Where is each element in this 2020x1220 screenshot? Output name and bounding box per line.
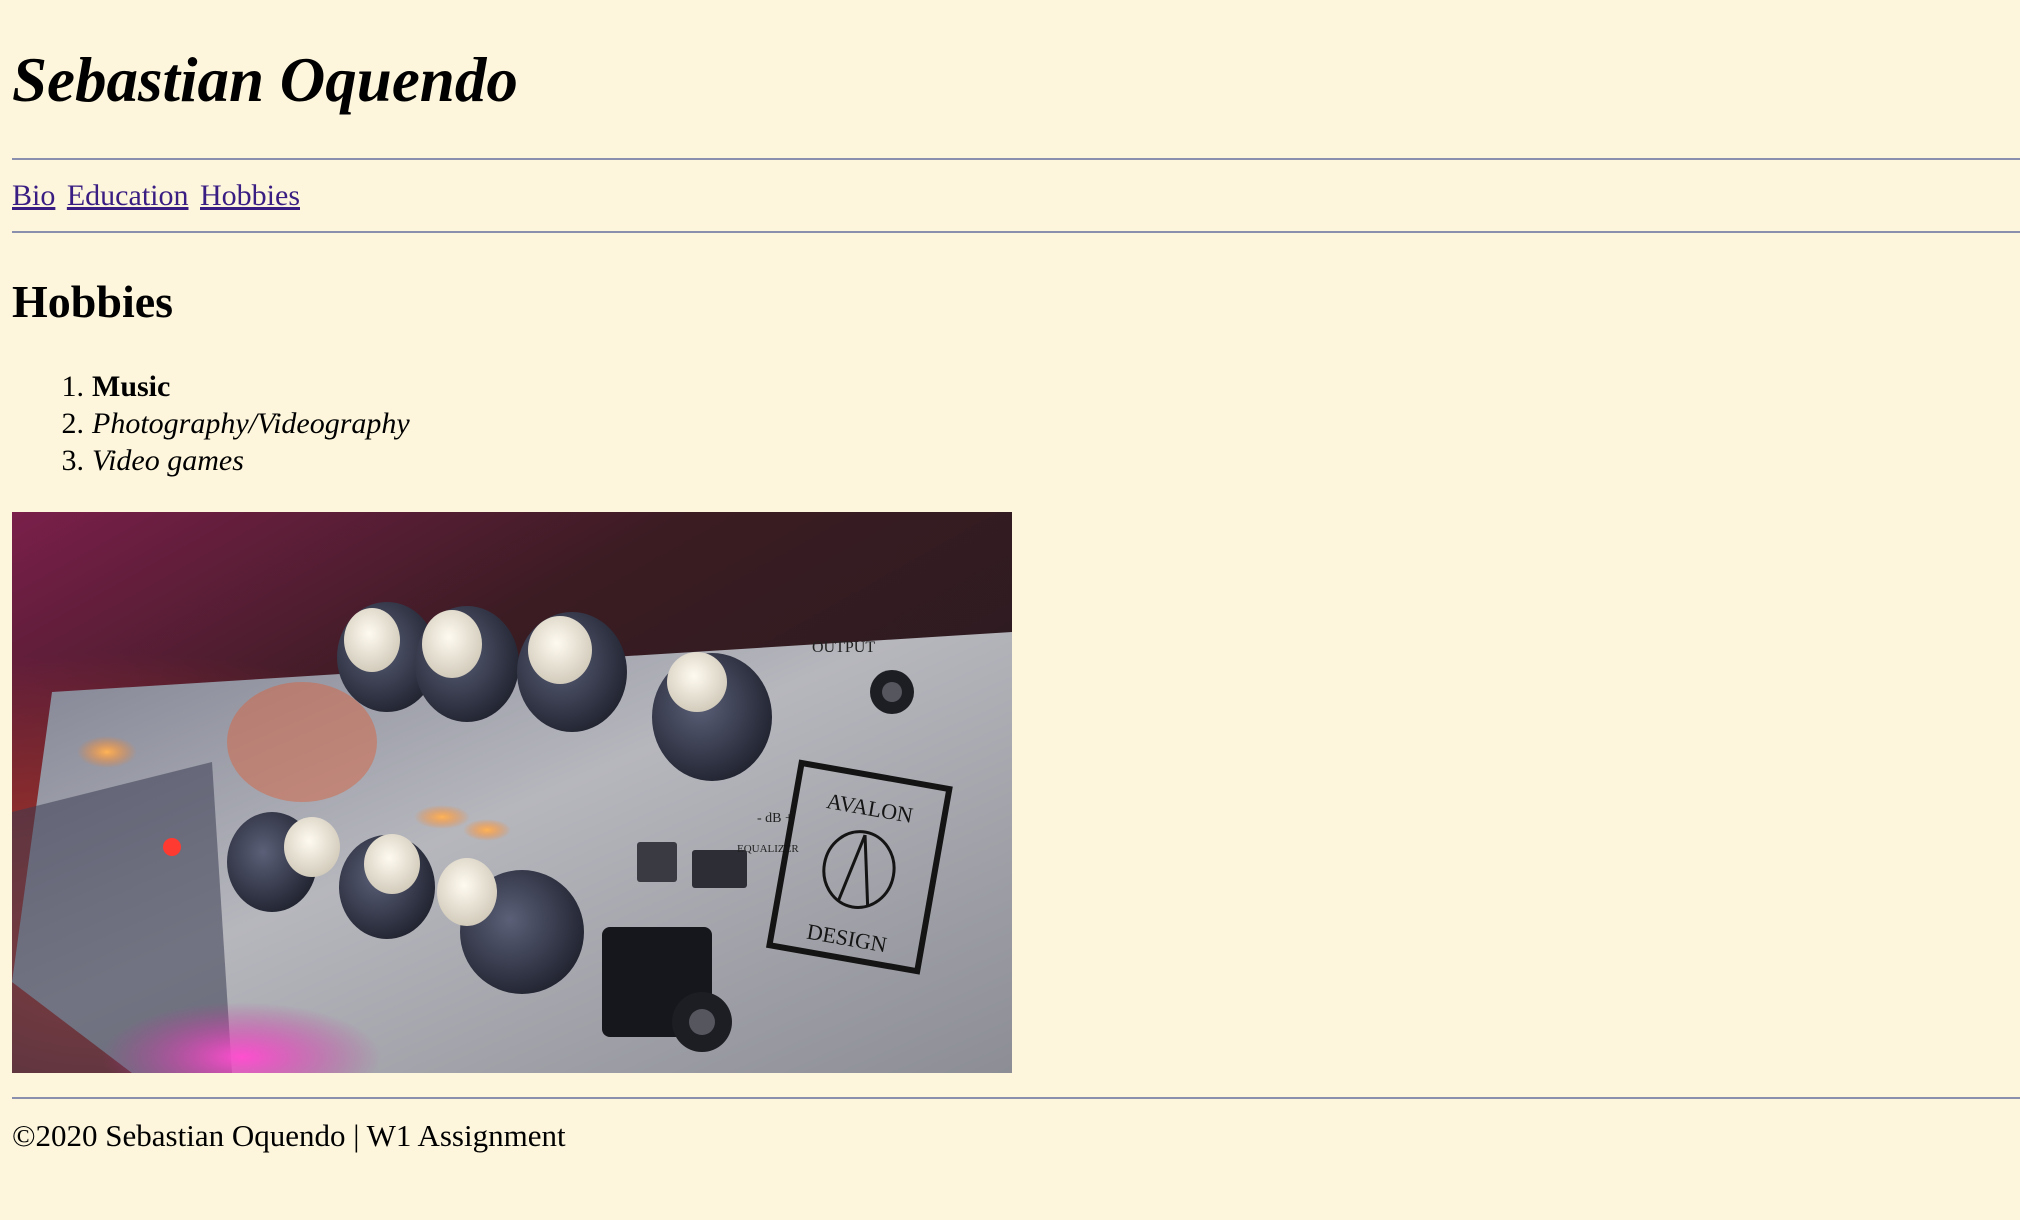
main-nav: Bio Education Hobbies	[12, 176, 304, 216]
page: Sebastian Oquendo Bio Education Hobbies …	[0, 0, 2020, 1220]
list-item: 3. Video games	[12, 442, 410, 479]
list-number: 2.	[61, 407, 85, 440]
footer-divider	[12, 1097, 2020, 1099]
hobby-video-games: Video games	[92, 444, 244, 477]
list-item: 2. Photography/Videography	[12, 405, 410, 442]
hobby-music: Music	[92, 370, 171, 403]
nav-link-bio[interactable]: Bio	[12, 179, 55, 212]
nav-divider	[12, 231, 2020, 233]
list-number: 1.	[61, 370, 85, 403]
list-item: 1. Music	[12, 368, 410, 405]
site-title: Sebastian Oquendo	[12, 45, 518, 115]
panel-output-label: OUTPUT	[812, 639, 875, 656]
audio-equalizer-photo: OUTPUT - dB + EQUALIZER AVALON DESIGN	[12, 512, 1012, 1073]
hobby-photography: Photography/Videography	[92, 407, 410, 440]
section-heading: Hobbies	[12, 276, 174, 327]
footer-text: ©2020 Sebastian Oquendo | W1 Assignment	[12, 1118, 566, 1153]
nav-link-education[interactable]: Education	[67, 179, 189, 212]
list-number: 3.	[61, 444, 85, 477]
nav-link-hobbies[interactable]: Hobbies	[200, 179, 300, 212]
header-divider	[12, 158, 2020, 160]
hobby-list: 1. Music 2. Photography/Videography 3. Vide…	[12, 368, 410, 479]
panel-db-label: - dB +	[757, 811, 793, 826]
